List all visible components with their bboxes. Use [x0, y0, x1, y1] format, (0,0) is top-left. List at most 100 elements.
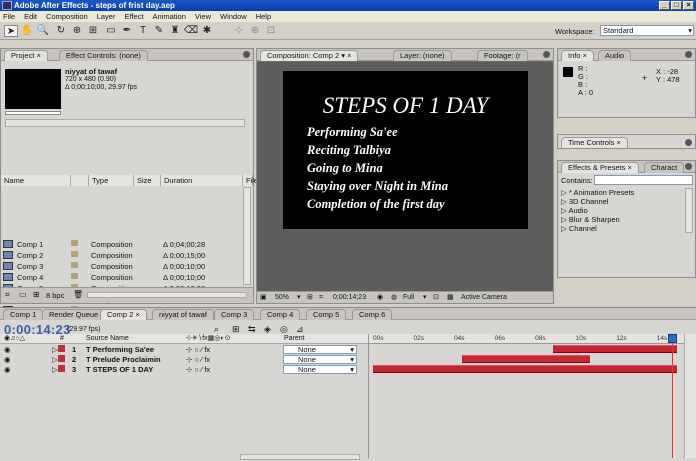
timeline-vertical-scrollbar[interactable] [684, 334, 696, 458]
menu-composition[interactable]: Composition [46, 11, 88, 22]
region-of-interest-icon[interactable]: ⊡ [433, 292, 439, 303]
eraser-tool-icon[interactable]: ⌫ [184, 25, 198, 37]
panel-menu-icon[interactable] [543, 51, 550, 58]
panel-menu-icon[interactable] [685, 139, 692, 146]
effects-item-blur-sharpen[interactable]: ▷ Blur & Sharpen [561, 215, 620, 224]
zoom-tool-icon[interactable]: 🔍 [36, 25, 50, 37]
effects-item-audio[interactable]: ▷ Audio [561, 206, 588, 215]
current-time-indicator[interactable] [672, 334, 674, 458]
project-row[interactable]: Comp 4 Composition Δ 0;00;10;00 [1, 273, 241, 283]
tab-footage[interactable]: Footage: (r [477, 50, 528, 61]
transparency-grid-icon[interactable]: ▦ [447, 292, 454, 303]
new-folder-icon[interactable]: ▭ [19, 290, 27, 299]
column-parent[interactable]: Parent [284, 334, 305, 344]
layer-label-swatch[interactable] [58, 365, 65, 372]
chevron-down-icon[interactable]: ▾ [297, 292, 301, 303]
panel-menu-icon[interactable] [685, 51, 692, 58]
layer-duration-bar[interactable] [462, 355, 590, 363]
layer-switches-icon[interactable]: ⊹ ○ ⁄ fx [186, 355, 210, 364]
menu-animation[interactable]: Animation [153, 11, 186, 22]
tab-comp-4[interactable]: Comp 4 [260, 309, 301, 320]
layer-label-swatch[interactable] [58, 345, 65, 352]
column-source-name[interactable]: Source Name [86, 334, 129, 344]
close-icon[interactable]: × [583, 51, 587, 60]
close-icon[interactable]: × [36, 51, 40, 60]
tab-project[interactable]: Project × [4, 50, 48, 61]
puppet-tool-icon[interactable]: ✱ [200, 25, 214, 37]
layer-duration-bar[interactable] [553, 345, 677, 353]
tab-comp-1[interactable]: Comp 1 [3, 309, 44, 320]
layer-horizontal-scrollbar[interactable] [240, 454, 360, 460]
tab-comp-3[interactable]: Comp 3 [214, 309, 255, 320]
tab-effect-controls[interactable]: Effect Controls: (none) [59, 50, 148, 61]
close-button[interactable]: × [683, 1, 694, 10]
camera-view-select[interactable]: Active Camera [461, 292, 507, 303]
chevron-down-icon[interactable]: ▾ [423, 292, 427, 303]
interpret-footage-icon[interactable]: ⌗ [5, 290, 10, 300]
chevron-down-icon[interactable]: ▾ [341, 51, 345, 60]
label-color-swatch[interactable] [71, 273, 78, 279]
tab-render-queue[interactable]: Render Queue [42, 309, 106, 320]
zoom-select[interactable]: 50% [275, 292, 289, 303]
menu-window[interactable]: Window [220, 11, 247, 22]
close-icon[interactable]: × [347, 51, 351, 60]
project-horizontal-scrollbar[interactable] [87, 292, 247, 298]
layer-switches-icon[interactable]: ⊹ ○ ⁄ fx [186, 345, 210, 354]
parent-select[interactable]: None ▾ [283, 345, 357, 354]
maximize-button[interactable]: □ [671, 1, 682, 10]
effects-item-channel[interactable]: ▷ Channel [561, 224, 597, 233]
tab-comp-6[interactable]: Comp 6 [352, 309, 393, 320]
eye-icon[interactable]: ◉ [4, 365, 11, 374]
tab-audio[interactable]: Audio [598, 50, 632, 61]
panel-menu-icon[interactable] [243, 51, 250, 58]
tab-layer[interactable]: Layer: (none) [393, 50, 452, 61]
snapshot-icon[interactable]: ◉ [377, 292, 383, 303]
column-duration[interactable]: Duration [161, 175, 243, 186]
parent-select[interactable]: None ▾ [283, 355, 357, 364]
layer-row[interactable]: ◉ ▷ 2 T Prelude Proclaimin ⊹ ○ ⁄ fx None ▾ [0, 355, 368, 364]
menu-view[interactable]: View [195, 11, 211, 22]
pan-behind-tool-icon[interactable]: ⊞ [86, 25, 100, 37]
expand-arrow-icon[interactable]: ▷ [52, 365, 58, 374]
eye-icon[interactable]: ◉ [4, 345, 11, 354]
close-icon[interactable]: × [627, 163, 631, 172]
tab-niyyat-of-tawaf[interactable]: niyyat of tawaf [152, 309, 214, 320]
effects-item-animation-presets[interactable]: ▷ * Animation Presets [561, 188, 634, 197]
column-name[interactable]: Name [1, 175, 71, 186]
close-icon[interactable]: × [617, 138, 621, 147]
current-time-display[interactable]: 0;00;14;23 [333, 292, 366, 303]
menu-file[interactable]: File [3, 11, 15, 22]
eye-icon[interactable]: ◉ [4, 355, 11, 364]
project-row[interactable]: Comp 2 Composition Δ 0;00;15;00 [1, 251, 241, 261]
layer-name[interactable]: T Performing Sa'ee [86, 345, 154, 354]
bit-depth-button[interactable]: 8 bpc [46, 291, 64, 300]
trash-icon[interactable]: 🗑 [73, 290, 83, 299]
timeline-graph[interactable]: 00s 02s 04s 06s 08s 10s 12s 14s [368, 334, 685, 458]
text-tool-icon[interactable]: T [136, 25, 150, 37]
rotation-tool-icon[interactable]: ↻ [54, 25, 68, 37]
project-vertical-scrollbar[interactable] [243, 187, 251, 285]
camera-tool-icon[interactable]: ⊕ [70, 25, 84, 37]
title-safe-icon[interactable]: ⊞ [307, 292, 313, 303]
tab-time-controls[interactable]: Time Controls × [561, 137, 628, 148]
hand-tool-icon[interactable]: ✋ [20, 25, 34, 37]
minimize-button[interactable]: _ [659, 1, 670, 10]
label-color-swatch[interactable] [71, 262, 78, 268]
project-row[interactable]: Comp 1 Composition Δ 0;04;00;28 [1, 240, 241, 250]
selection-tool-icon[interactable]: ➤ [4, 25, 18, 37]
expand-arrow-icon[interactable]: ▷ [52, 355, 58, 364]
layer-row[interactable]: ◉ ▷ 3 T STEPS OF 1 DAY ⊹ ○ ⁄ fx None ▾ [0, 365, 368, 374]
menu-effect[interactable]: Effect [124, 11, 143, 22]
axis-mode-icon[interactable]: ⊹ [232, 25, 246, 37]
layer-switches-icon[interactable]: ⊹ ○ ⁄ fx [186, 365, 210, 374]
always-preview-icon[interactable]: ▣ [260, 292, 267, 303]
menu-help[interactable]: Help [256, 11, 271, 22]
tab-comp-5[interactable]: Comp 5 [306, 309, 347, 320]
view-axis-icon[interactable]: ⊡ [264, 25, 278, 37]
tab-character[interactable]: Charact [644, 162, 685, 173]
layer-label-swatch[interactable] [58, 355, 65, 362]
tab-info[interactable]: Info × [561, 50, 594, 61]
label-color-swatch[interactable] [71, 251, 78, 257]
workspace-select[interactable]: Standard ▾ [600, 25, 694, 36]
project-search-bar[interactable] [5, 119, 245, 127]
